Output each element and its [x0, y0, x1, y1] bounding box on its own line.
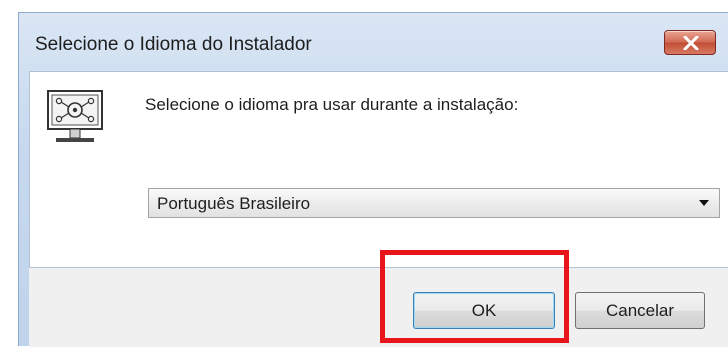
installer-language-dialog: Selecione o Idioma do Instalador Selecio… [18, 12, 728, 347]
title-bar[interactable]: Selecione o Idioma do Instalador [19, 13, 728, 71]
language-select[interactable]: Português Brasileiro [148, 188, 720, 218]
dialog-content: Selecione o idioma pra usar durante a in… [29, 71, 728, 268]
close-button[interactable] [664, 30, 716, 55]
ok-button[interactable]: OK [413, 292, 555, 329]
button-bar: OK Cancelar [29, 268, 728, 347]
chevron-down-icon [699, 200, 709, 206]
close-icon [683, 36, 699, 50]
installer-monitor-icon [42, 88, 108, 157]
window-title: Selecione o Idioma do Instalador [35, 34, 312, 55]
language-select-value: Português Brasileiro [157, 194, 311, 213]
language-prompt: Selecione o idioma pra usar durante a in… [145, 95, 519, 114]
cancel-button[interactable]: Cancelar [575, 292, 705, 329]
